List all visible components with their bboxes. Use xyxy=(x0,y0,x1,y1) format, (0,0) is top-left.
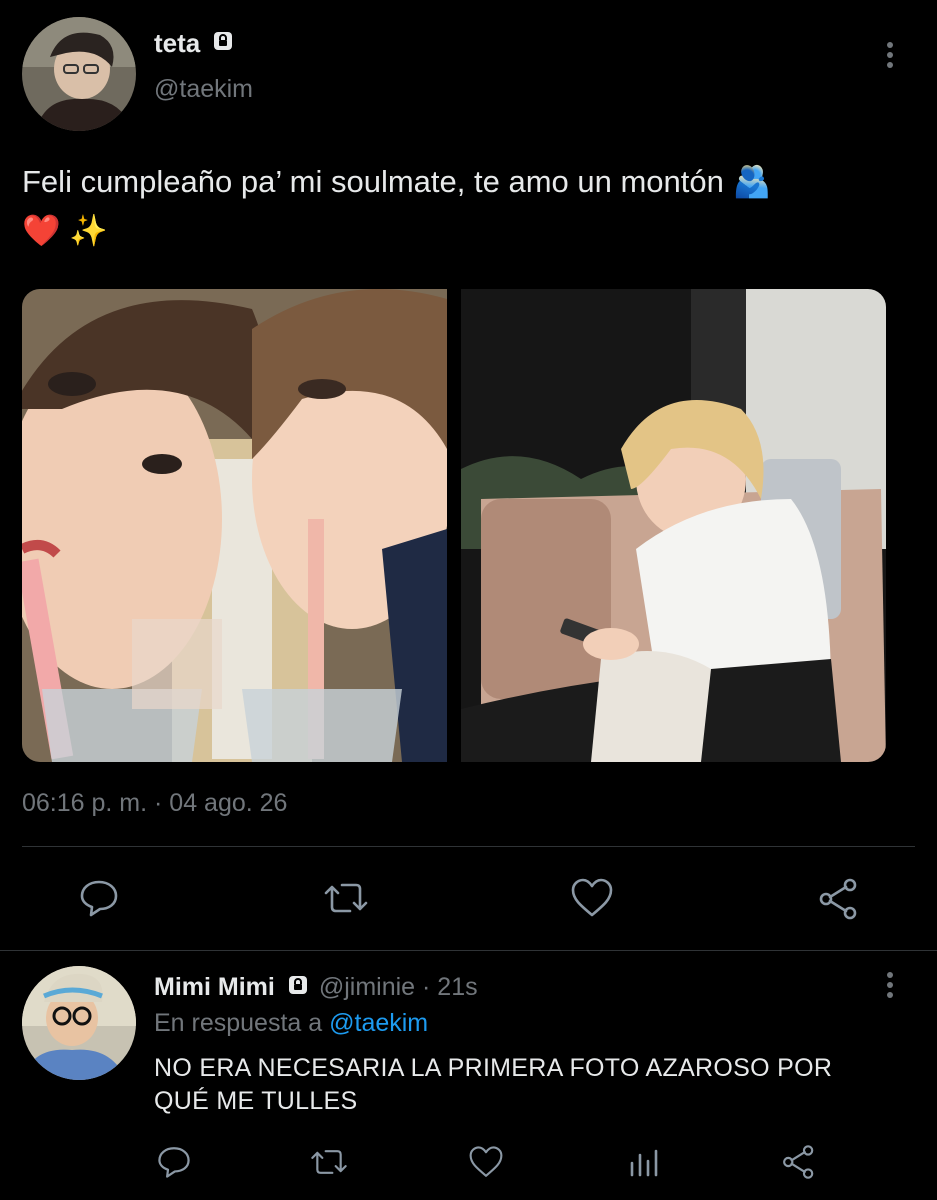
like-button[interactable] xyxy=(570,877,614,924)
reply-button[interactable] xyxy=(78,877,120,924)
reply-handle-time[interactable]: @jiminie · 21s xyxy=(319,973,478,1002)
lock-icon xyxy=(212,30,234,57)
reply-analytics-button[interactable] xyxy=(628,1145,662,1184)
author-display-name[interactable]: teta xyxy=(154,28,200,59)
reply-retweet-button[interactable] xyxy=(309,1144,349,1185)
tweet-text-line-1: Feli cumpleaño pa’ mi soulmate, te amo u… xyxy=(22,164,772,199)
tweet-timestamp[interactable]: 06:16 p. m. · 04 ago. 26 xyxy=(22,789,287,818)
analytics-icon xyxy=(630,1149,658,1177)
tweet-photo-2[interactable] xyxy=(461,289,886,762)
reply-more-options-icon[interactable] xyxy=(887,972,895,1002)
reply-like-button[interactable] xyxy=(468,1145,504,1184)
reply-text: NO ERA NECESARIA LA PRIMERA FOTO AZAROSO… xyxy=(154,1052,914,1118)
replying-to-link[interactable]: @taekim xyxy=(329,1009,428,1037)
author-handle[interactable]: @taekim xyxy=(154,75,253,104)
author-name-row[interactable]: teta xyxy=(154,26,234,60)
like-icon xyxy=(469,1146,503,1177)
reply-display-name[interactable]: Mimi Mimi xyxy=(154,973,275,1002)
retweet-icon xyxy=(324,883,368,913)
share-icon xyxy=(783,1145,814,1179)
author-avatar[interactable] xyxy=(22,17,136,131)
replying-to: En respuesta a @taekim xyxy=(154,1009,428,1038)
reply-reply-button[interactable] xyxy=(156,1144,192,1185)
more-options-icon[interactable] xyxy=(887,42,895,72)
share-icon xyxy=(819,878,857,920)
like-icon xyxy=(571,878,613,917)
tweet-text-line-2: ❤️ ✨ xyxy=(22,213,108,248)
section-divider xyxy=(0,950,937,951)
lock-icon xyxy=(287,974,309,1001)
tweet-photo-1[interactable] xyxy=(22,289,447,762)
reply-share-button[interactable] xyxy=(780,1143,818,1186)
retweet-icon xyxy=(311,1150,347,1174)
reply-author-avatar[interactable] xyxy=(22,966,136,1080)
retweet-button[interactable] xyxy=(322,877,370,924)
reply-text-line-2: QUÉ ME TULLES xyxy=(154,1087,358,1115)
replying-prefix: En respuesta a xyxy=(154,1009,323,1037)
reply-icon xyxy=(80,880,118,917)
reply-author-row: Mimi Mimi @jiminie · 21s xyxy=(154,970,478,1004)
reply-text-line-1: NO ERA NECESARIA LA PRIMERA FOTO AZAROSO… xyxy=(154,1054,833,1082)
tweet-text: Feli cumpleaño pa’ mi soulmate, te amo u… xyxy=(22,157,927,255)
reply-icon xyxy=(158,1147,190,1178)
tweet-divider xyxy=(22,846,915,847)
share-button[interactable] xyxy=(816,877,862,926)
